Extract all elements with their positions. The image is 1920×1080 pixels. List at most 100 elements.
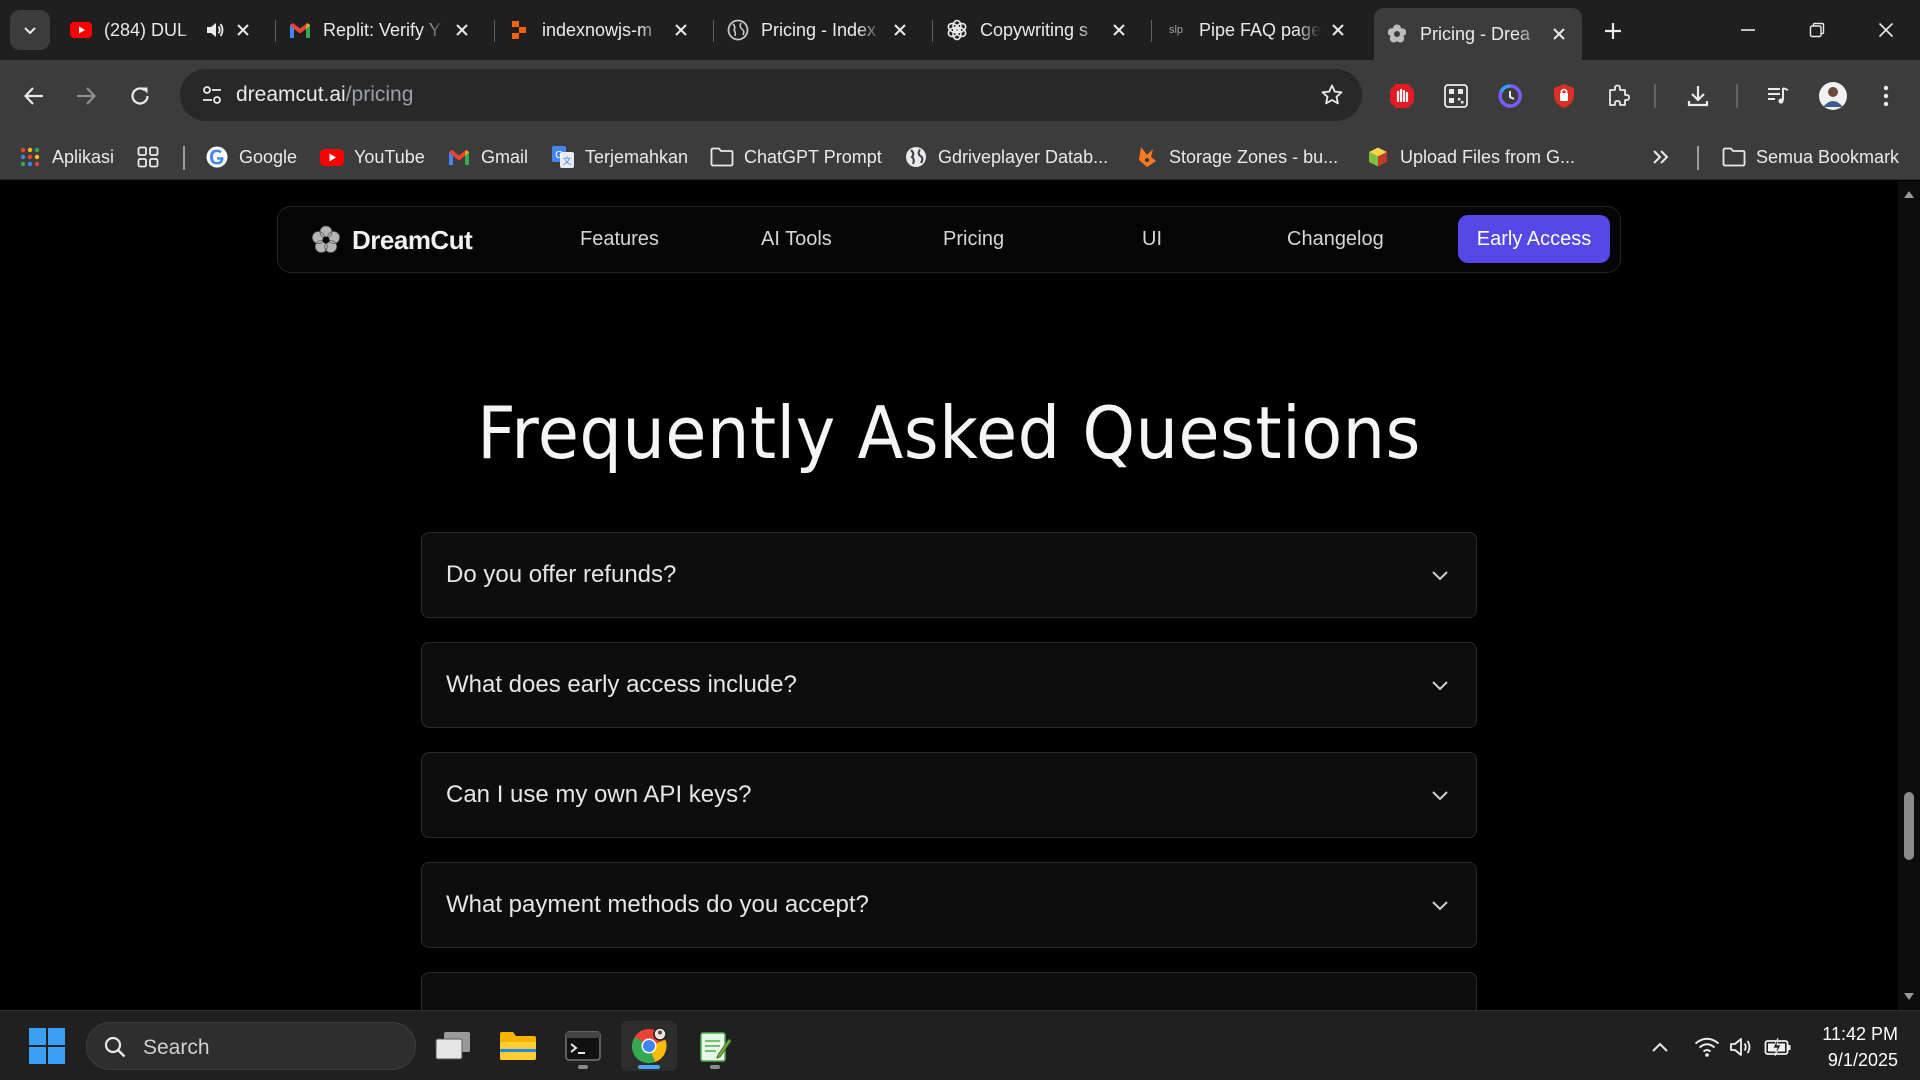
taskbar-terminal[interactable] [555, 1021, 611, 1071]
wifi-icon[interactable] [1693, 1033, 1721, 1061]
faq-item[interactable]: Do you offer refunds? [421, 532, 1477, 618]
tab-separator [932, 20, 933, 42]
reload-button[interactable] [118, 74, 162, 118]
bookmark-label: ChatGPT Prompt [744, 146, 882, 167]
bookmark-google[interactable]: Google [205, 142, 297, 172]
scroll-up-arrow-icon[interactable] [1903, 189, 1915, 199]
taskbar-search[interactable]: Search [86, 1022, 416, 1070]
tab-pipe-faq[interactable]: slp Pipe FAQ page [1153, 10, 1361, 50]
tab-youtube[interactable]: (284) DUL [58, 10, 266, 50]
shield-extension-icon[interactable] [1546, 78, 1582, 114]
tab-pricing-dreamcut[interactable]: Pricing - Drea [1374, 8, 1582, 60]
bookmark-upload-files[interactable]: Upload Files from G... [1366, 142, 1575, 172]
chevron-down-icon [24, 27, 36, 35]
bookmark-translate[interactable]: G文 Terjemahkan [551, 142, 688, 172]
site-info-icon[interactable] [194, 77, 230, 113]
new-tab-button[interactable] [1596, 14, 1630, 48]
battery-charging-icon[interactable] [1764, 1033, 1792, 1061]
tab-title: indexnowjs-m [542, 19, 653, 40]
faq-question: What payment methods do you accept? [446, 891, 869, 918]
taskbar-task-view[interactable] [425, 1021, 481, 1071]
tab-title: Pricing - Drea [1420, 23, 1531, 44]
nav-changelog[interactable]: Changelog [1287, 228, 1384, 251]
close-tab-icon[interactable] [232, 19, 254, 41]
tab-chatgpt[interactable]: Copywriting s [934, 10, 1142, 50]
close-tab-icon[interactable] [889, 19, 911, 41]
toolbar-divider [1654, 84, 1656, 108]
timer-extension-icon[interactable] [1492, 78, 1528, 114]
system-clock[interactable]: 11:42 PM 9/1/2025 [1822, 1021, 1898, 1073]
running-indicator [578, 1065, 588, 1069]
folder-icon [500, 1032, 536, 1060]
chevron-down-icon [1432, 571, 1448, 581]
tab-title: Pricing - Index [761, 19, 877, 40]
speaker-icon[interactable] [204, 19, 226, 41]
download-icon[interactable] [1680, 78, 1716, 114]
bookmark-apps[interactable]: Aplikasi [18, 142, 114, 172]
forward-button[interactable] [64, 74, 108, 118]
close-tab-icon[interactable] [1548, 23, 1570, 45]
chevron-down-icon [1432, 901, 1448, 911]
running-indicator [710, 1065, 720, 1069]
minimize-button[interactable] [1713, 8, 1783, 52]
windows-taskbar: Search 11:42 PM 9/1/2025 [0, 1010, 1920, 1080]
faq-item[interactable]: What payment methods do you accept? [421, 862, 1477, 948]
bookmark-storage-zones[interactable]: Storage Zones - bu... [1135, 142, 1338, 172]
extensions-puzzle-icon[interactable] [1600, 78, 1636, 114]
replit-icon [508, 19, 530, 41]
nav-ai-tools[interactable]: AI Tools [761, 228, 832, 251]
profile-avatar[interactable] [1815, 78, 1851, 114]
nav-features[interactable]: Features [580, 228, 659, 251]
bookmark-gmail[interactable]: Gmail [447, 142, 528, 172]
bookmark-tab-groups[interactable] [136, 142, 170, 172]
scrollbar-thumb[interactable] [1904, 792, 1914, 860]
back-button[interactable] [12, 74, 56, 118]
browser-toolbar: dreamcut.ai/pricing [0, 60, 1920, 132]
show-hidden-icons-chevron[interactable] [1646, 1033, 1674, 1061]
close-window-button[interactable] [1851, 8, 1920, 52]
bookmark-label: Semua Bookmark [1756, 146, 1900, 167]
taskbar-notepad[interactable] [687, 1021, 743, 1071]
close-icon [1878, 22, 1894, 38]
kebab-menu-icon[interactable] [1868, 78, 1904, 114]
tab-pricing-index[interactable]: Pricing - Index [715, 10, 923, 50]
bookmark-gdriveplayer[interactable]: Gdriveplayer Datab... [904, 142, 1108, 172]
page-scrollbar[interactable] [1898, 181, 1920, 1010]
minimize-icon [1741, 29, 1755, 31]
windows-start-icon[interactable] [28, 1027, 66, 1065]
tab-strip: (284) DUL Replit: Verify Y indexnowjs-m [0, 0, 1920, 60]
tab-search-button[interactable] [10, 10, 50, 50]
tab-gmail[interactable]: Replit: Verify Y [277, 10, 485, 50]
bookmark-chatgpt-prompt[interactable]: ChatGPT Prompt [710, 142, 882, 172]
tab-replit[interactable]: indexnowjs-m [496, 10, 704, 50]
close-tab-icon[interactable] [1327, 19, 1349, 41]
faq-item[interactable]: Can I use my own API keys? [421, 752, 1477, 838]
all-bookmarks-folder[interactable]: Semua Bookmark [1722, 142, 1899, 172]
more-bookmarks-button[interactable] [1652, 142, 1670, 172]
qr-code-extension-icon[interactable] [1438, 78, 1474, 114]
volume-icon[interactable] [1728, 1033, 1756, 1061]
taskbar-file-explorer[interactable] [490, 1021, 546, 1071]
close-tab-icon[interactable] [1108, 19, 1130, 41]
early-access-button[interactable]: Early Access [1458, 215, 1610, 263]
restore-button[interactable] [1782, 8, 1852, 52]
scroll-down-arrow-icon[interactable] [1903, 992, 1915, 1002]
taskbar-chrome[interactable] [621, 1021, 677, 1071]
chevron-double-right-icon [1653, 150, 1669, 164]
close-tab-icon[interactable] [451, 19, 473, 41]
url-text: dreamcut.ai/pricing [236, 83, 413, 107]
address-bar[interactable]: dreamcut.ai/pricing [180, 69, 1362, 121]
faq-item-partial[interactable] [421, 972, 1477, 1010]
bookmark-separator [1697, 146, 1699, 170]
brand[interactable]: DreamCut [310, 224, 473, 256]
bunny-icon [1135, 145, 1159, 169]
adblock-extension-icon[interactable] [1384, 78, 1420, 114]
bookmark-youtube[interactable]: YouTube [320, 142, 425, 172]
bookmark-label: Upload Files from G... [1400, 146, 1576, 167]
faq-item[interactable]: What does early access include? [421, 642, 1477, 728]
close-tab-icon[interactable] [670, 19, 692, 41]
nav-ui[interactable]: UI [1142, 228, 1162, 251]
media-controls-icon[interactable] [1760, 78, 1796, 114]
nav-pricing[interactable]: Pricing [943, 228, 1004, 251]
bookmark-star-icon[interactable] [1316, 79, 1348, 111]
